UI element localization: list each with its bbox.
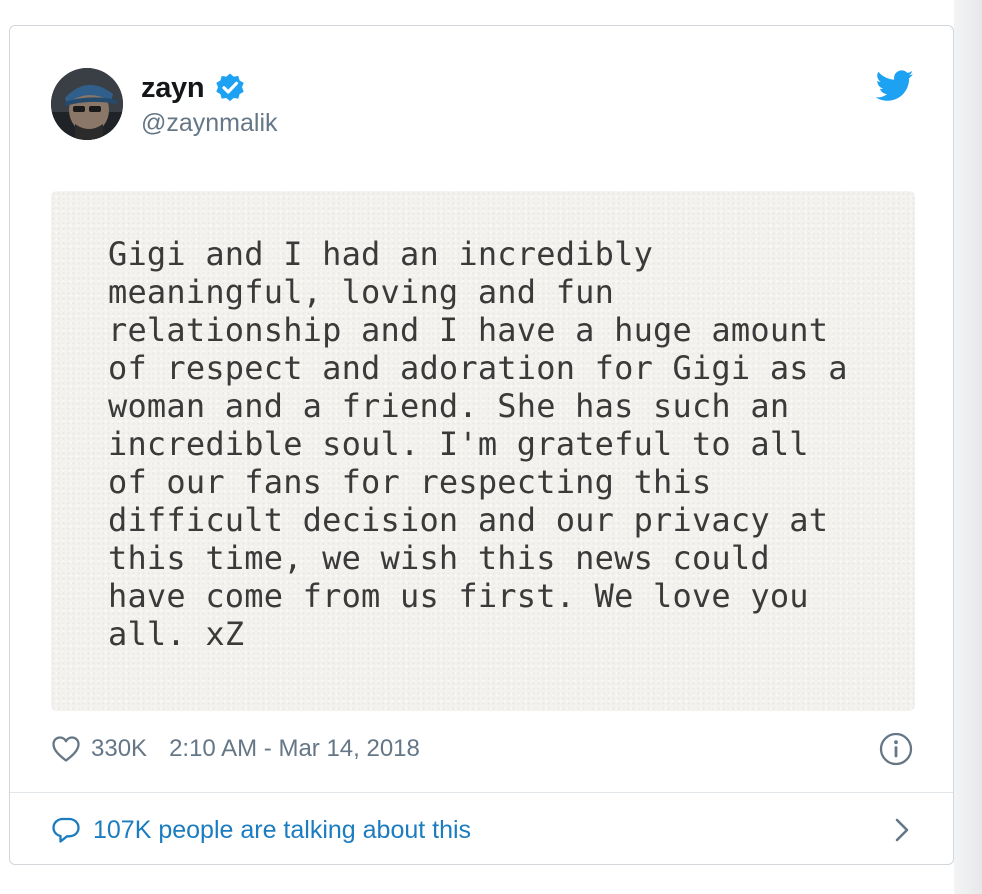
display-name-row: zayn xyxy=(141,68,246,108)
page-edge-shade xyxy=(954,0,982,894)
user-handle[interactable]: @zaynmalik xyxy=(141,109,278,138)
info-icon[interactable] xyxy=(879,732,913,766)
divider xyxy=(10,792,953,793)
chevron-right-icon[interactable] xyxy=(891,816,913,844)
heart-icon[interactable] xyxy=(51,735,81,763)
timestamp[interactable]: 2:10 AM - Mar 14, 2018 xyxy=(169,735,420,763)
tweet-image[interactable]: Gigi and I had an incredibly meaningful,… xyxy=(51,191,915,711)
avatar[interactable] xyxy=(51,68,123,140)
verified-badge-icon xyxy=(214,72,246,104)
conversation-link[interactable]: 107K people are talking about this xyxy=(51,812,913,848)
tweet-meta: 330K 2:10 AM - Mar 14, 2018 xyxy=(51,731,420,767)
speech-bubble-icon xyxy=(51,816,81,844)
display-name[interactable]: zayn xyxy=(141,72,205,105)
tweet-card: zayn @zaynmalik Gigi and I had an incred… xyxy=(9,25,954,865)
statement-text: Gigi and I had an incredibly meaningful,… xyxy=(108,235,848,653)
twitter-bird-icon[interactable] xyxy=(875,70,914,102)
like-count[interactable]: 330K xyxy=(91,735,147,763)
conversation-label: 107K people are talking about this xyxy=(93,815,472,844)
